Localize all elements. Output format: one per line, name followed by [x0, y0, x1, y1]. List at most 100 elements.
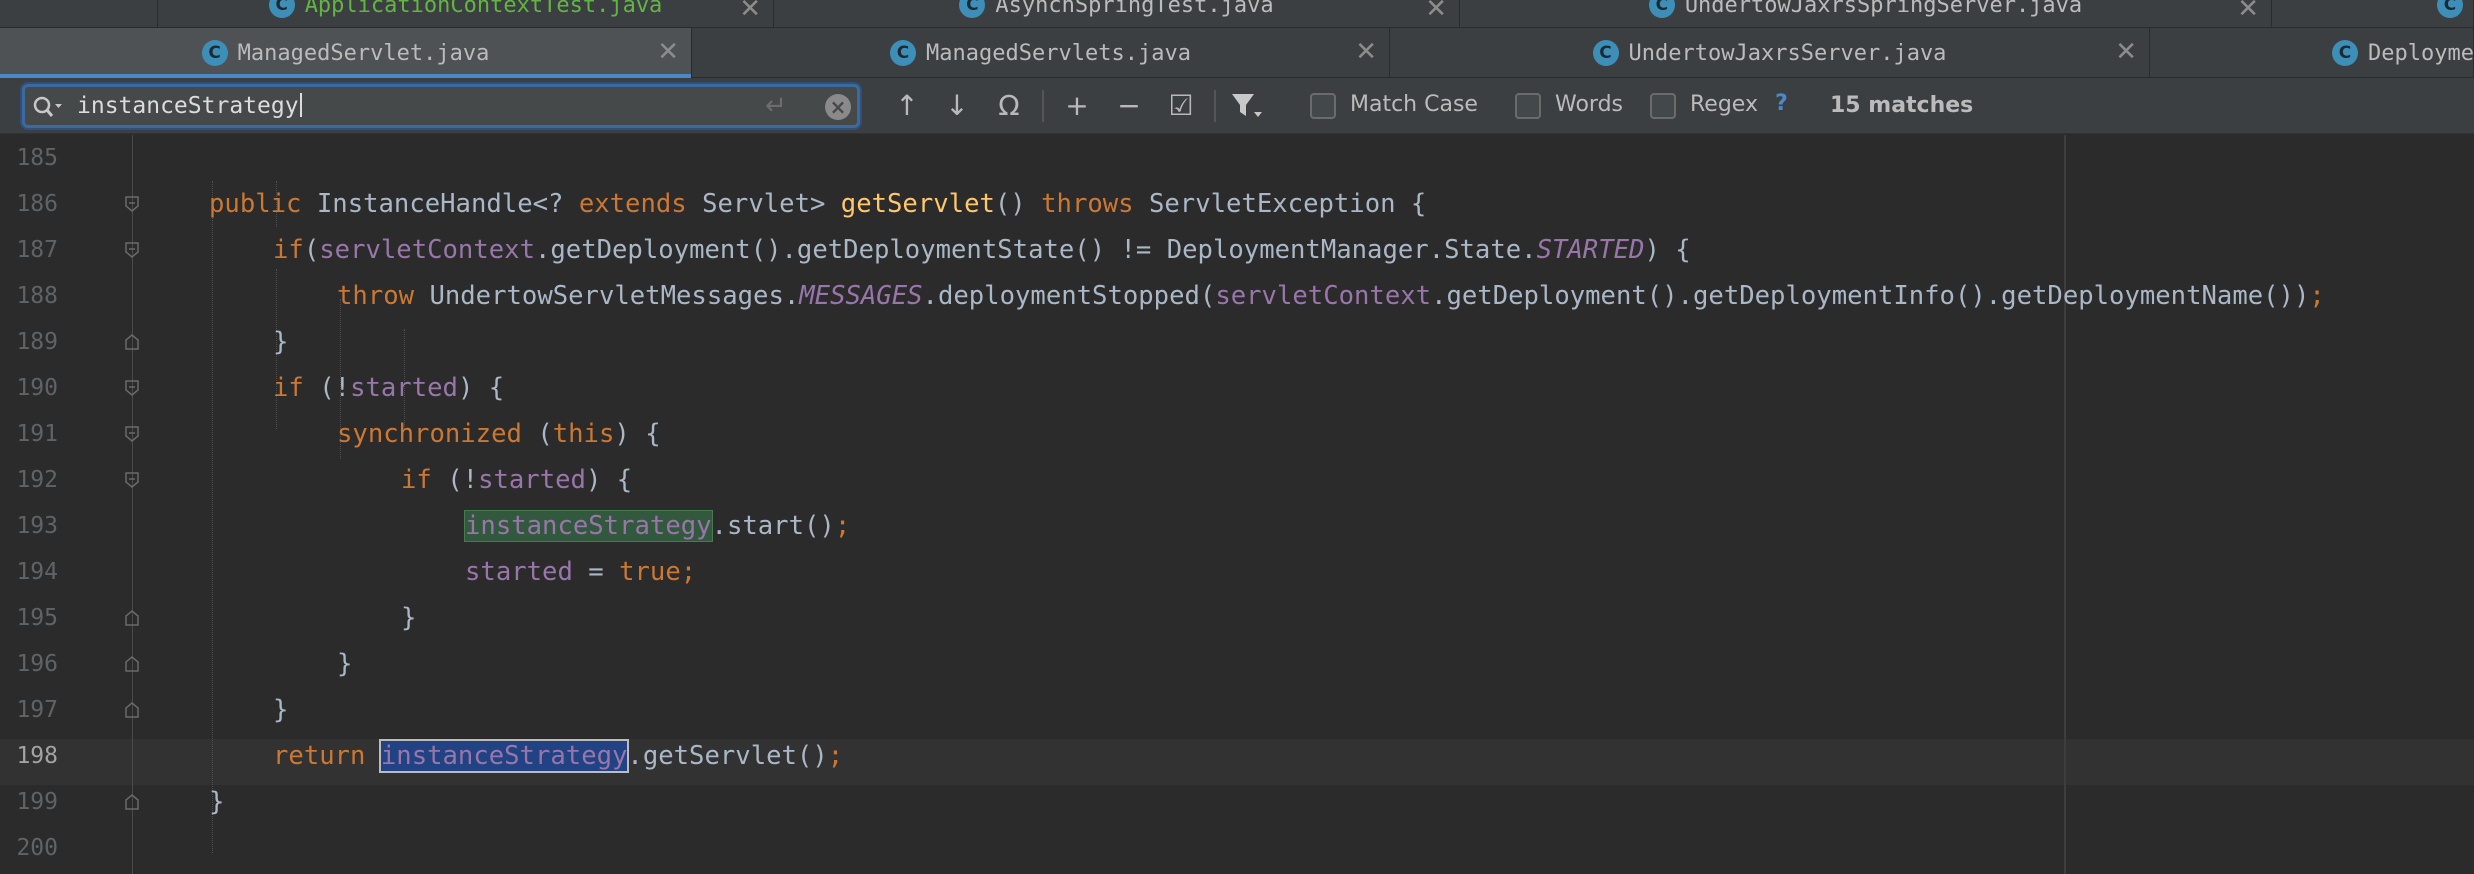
tab-partial-left[interactable]	[0, 0, 158, 28]
tab-managed-servlets[interactable]: C ManagedServlets.java ✕	[692, 28, 1390, 78]
previous-occurrence-icon[interactable]: ↑	[888, 88, 926, 124]
select-all-occurrences-icon[interactable]: Ω	[990, 88, 1028, 124]
tab-label: ManagedServlets.java	[926, 40, 1191, 66]
search-match-selected: instanceStrategy	[378, 739, 630, 773]
filter-icon[interactable]	[1230, 92, 1266, 122]
fold-end-icon[interactable]	[123, 701, 141, 719]
code-text: synchronized (this) {	[337, 419, 661, 449]
close-icon[interactable]: ✕	[1425, 0, 1447, 24]
regex-checkbox[interactable]	[1650, 93, 1676, 119]
line-number: 200	[16, 835, 58, 861]
code-line: 192 if (!started) {	[0, 457, 2474, 503]
next-occurrence-icon[interactable]: ↓	[938, 88, 976, 124]
search-icon[interactable]	[33, 95, 63, 119]
code-line-current: 198 return instanceStrategy.getServlet()…	[0, 733, 2474, 779]
tab-label: ManagedServlet.java	[237, 40, 490, 66]
line-number: 191	[16, 421, 58, 447]
text-caret	[299, 93, 302, 117]
close-icon[interactable]: ✕	[1355, 37, 1377, 67]
toolbar-separator	[1042, 90, 1044, 122]
line-number: 185	[16, 145, 58, 171]
line-number: 190	[16, 375, 58, 401]
search-input[interactable]: instanceStrategy ↵ ×	[22, 84, 860, 128]
words-label: Words	[1555, 92, 1624, 117]
close-icon[interactable]: ✕	[2237, 0, 2259, 24]
match-case-label: Match Case	[1350, 92, 1478, 117]
remove-occurrence-icon[interactable]: −	[1110, 88, 1148, 124]
add-occurrence-icon[interactable]: +	[1058, 88, 1096, 124]
code-line: 191 synchronized (this) {	[0, 411, 2474, 457]
tab-deployment-partial[interactable]: C Deployme	[2150, 28, 2474, 78]
fold-end-icon[interactable]	[123, 655, 141, 673]
tab-partial-right[interactable]: C	[2272, 0, 2474, 28]
search-match: instanceStrategy	[464, 510, 713, 542]
newline-icon[interactable]: ↵	[765, 91, 787, 121]
code-text: if(servletContext.getDeployment().getDep…	[273, 235, 1691, 265]
tab-undertow-jaxrs-spring-server[interactable]: C UndertowJaxrsSpringServer.java ✕	[1460, 0, 2272, 28]
class-icon: C	[890, 40, 917, 66]
close-icon[interactable]: ✕	[2115, 37, 2137, 67]
code-line: 197 }	[0, 687, 2474, 733]
tab-undertow-jaxrs-server[interactable]: C UndertowJaxrsServer.java ✕	[1390, 28, 2150, 78]
clear-icon[interactable]: ×	[825, 94, 851, 120]
code-line: 187 if(servletContext.getDeployment().ge…	[0, 227, 2474, 273]
regex-help-link[interactable]: ?	[1775, 91, 1788, 116]
line-number: 195	[16, 605, 58, 631]
class-icon: C	[1648, 0, 1675, 18]
code-line: 196 }	[0, 641, 2474, 687]
code-text: }	[209, 787, 225, 817]
tab-application-context-test[interactable]: C ApplicationContextTest.java ✕	[158, 0, 774, 28]
line-number: 186	[16, 191, 58, 217]
match-case-checkbox[interactable]	[1310, 93, 1336, 119]
toolbar-separator	[1214, 90, 1216, 122]
code-line: 188 throw UndertowServletMessages.MESSAG…	[0, 273, 2474, 319]
fold-icon[interactable]	[123, 471, 141, 489]
regex-label: Regex	[1690, 92, 1758, 117]
code-text: }	[273, 695, 289, 725]
match-count: 15 matches	[1830, 93, 1974, 118]
search-value: instanceStrategy	[77, 93, 299, 119]
code-line: 195 }	[0, 595, 2474, 641]
line-number: 196	[16, 651, 58, 677]
line-number: 193	[16, 513, 58, 539]
editor-tabs-row-1: C ApplicationContextTest.java ✕ C Asynch…	[0, 0, 2474, 28]
code-line: 189 }	[0, 319, 2474, 365]
fold-icon[interactable]	[123, 195, 141, 213]
tab-managed-servlet[interactable]: C ManagedServlet.java ✕	[0, 28, 692, 78]
tab-label: UndertowJaxrsServer.java	[1628, 40, 1947, 66]
line-number: 188	[16, 283, 58, 309]
class-icon: C	[268, 0, 295, 18]
tab-label: Deployme	[2368, 40, 2474, 66]
tab-label: UndertowJaxrsSpringServer.java	[1684, 0, 2083, 18]
class-icon: C	[1592, 40, 1619, 66]
tab-label: AsynchSpringTest.java	[995, 0, 1274, 18]
code-line: 186 public InstanceHandle<? extends Serv…	[0, 181, 2474, 227]
line-number: 194	[16, 559, 58, 585]
find-toolbar: instanceStrategy ↵ × ↑ ↓ Ω + − ☑ Match C…	[0, 78, 2474, 134]
select-all-icon[interactable]: ☑	[1162, 88, 1200, 124]
line-number: 187	[16, 237, 58, 263]
code-text: }	[401, 603, 417, 633]
tab-label: ApplicationContextTest.java	[304, 0, 663, 18]
fold-end-icon[interactable]	[123, 793, 141, 811]
code-text: throw UndertowServletMessages.MESSAGES.d…	[337, 281, 2325, 311]
fold-icon[interactable]	[123, 425, 141, 443]
words-checkbox[interactable]	[1515, 93, 1541, 119]
fold-end-icon[interactable]	[123, 609, 141, 627]
tab-asynch-spring-test[interactable]: C AsynchSpringTest.java ✕	[774, 0, 1460, 28]
code-line: 190 if (!started) {	[0, 365, 2474, 411]
close-icon[interactable]: ✕	[657, 37, 679, 67]
line-number: 198	[16, 743, 58, 769]
class-icon: C	[2332, 40, 2358, 66]
fold-icon[interactable]	[123, 379, 141, 397]
code-text: if (!started) {	[273, 373, 505, 403]
close-icon[interactable]: ✕	[739, 0, 761, 24]
fold-icon[interactable]	[123, 241, 141, 259]
line-number: 199	[16, 789, 58, 815]
fold-end-icon[interactable]	[123, 333, 141, 351]
code-editor[interactable]: 185 186 public InstanceHandle<? extends …	[0, 135, 2474, 874]
code-text: instanceStrategy.start();	[464, 510, 851, 542]
code-text: }	[273, 327, 289, 357]
code-line: 193 instanceStrategy.start();	[0, 503, 2474, 549]
code-text: }	[337, 649, 353, 679]
